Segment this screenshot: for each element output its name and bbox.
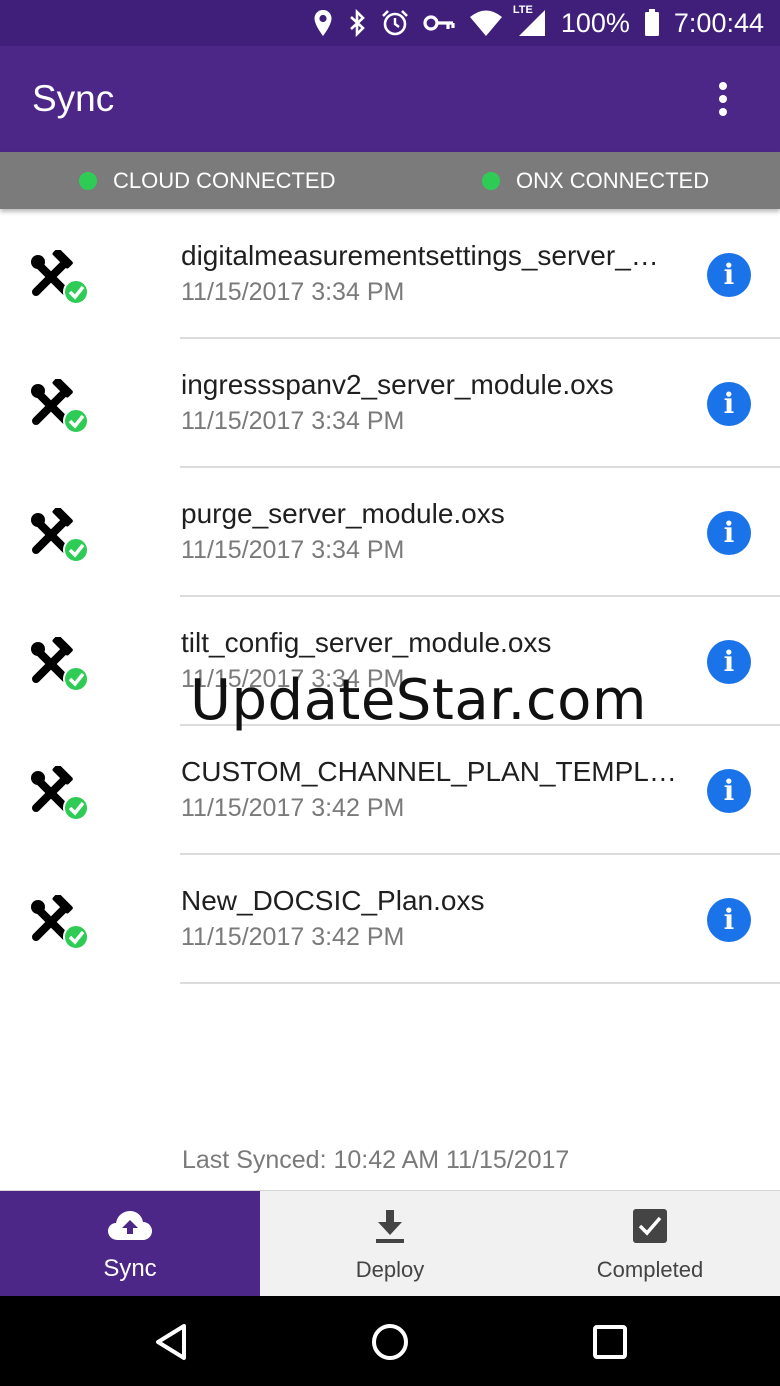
tab-deploy[interactable]: Deploy xyxy=(260,1191,520,1296)
onx-connection-status: ONX CONNECTED xyxy=(482,152,709,209)
cloud-connection-status: CLOUD CONNECTED xyxy=(79,152,335,209)
battery-percent: 100% xyxy=(560,7,630,38)
cloud-status-label: CLOUD CONNECTED xyxy=(113,167,336,193)
last-synced-label: Last Synced: 10:42 AM 11/15/2017 xyxy=(182,1146,570,1174)
tab-completed-label: Completed xyxy=(596,1257,704,1282)
tools-icon xyxy=(30,377,92,437)
file-list-item[interactable]: CUSTOM_CHANNEL_PLAN_TEMPL… 11/15/2017 3:… xyxy=(0,726,780,855)
recents-icon[interactable] xyxy=(586,1318,634,1366)
file-list-item[interactable]: purge_server_module.oxs 11/15/2017 3:34 … xyxy=(0,468,780,597)
file-date: 11/15/2017 3:42 PM xyxy=(181,923,405,951)
tools-icon xyxy=(30,506,92,566)
battery-icon xyxy=(644,9,660,37)
tab-sync-label: Sync xyxy=(103,1255,157,1282)
wifi-icon xyxy=(469,9,503,37)
system-navigation-bar xyxy=(0,1296,780,1386)
vpn-key-icon xyxy=(423,13,455,33)
file-name: New_DOCSIC_Plan.oxs xyxy=(181,885,485,916)
tools-icon xyxy=(30,248,92,308)
info-icon[interactable]: i xyxy=(707,640,751,684)
file-date: 11/15/2017 3:34 PM xyxy=(181,536,405,564)
tab-deploy-label: Deploy xyxy=(355,1257,425,1282)
status-bar: LTE 100% 7:00:44 xyxy=(0,0,780,46)
bottom-navigation: Sync Deploy Completed xyxy=(0,1190,780,1296)
info-icon[interactable]: i xyxy=(707,511,751,555)
file-list: digitalmeasurementsettings_server_… 11/1… xyxy=(0,210,780,984)
bluetooth-icon xyxy=(347,9,367,37)
file-list-item[interactable]: digitalmeasurementsettings_server_… 11/1… xyxy=(0,210,780,339)
onx-status-dot xyxy=(482,171,500,190)
file-list-item[interactable]: ingressspanv2_server_module.oxs 11/15/20… xyxy=(0,339,780,468)
alarm-icon xyxy=(381,9,409,37)
checkbox-icon xyxy=(632,1207,668,1245)
file-name: tilt_config_server_module.oxs xyxy=(181,627,552,658)
network-type-label: LTE xyxy=(512,4,533,16)
tools-icon xyxy=(30,764,92,824)
tab-completed[interactable]: Completed xyxy=(520,1191,780,1296)
connection-status-bar: CLOUD CONNECTED ONX CONNECTED xyxy=(0,152,780,209)
tab-sync[interactable]: Sync xyxy=(0,1191,260,1296)
file-name: digitalmeasurementsettings_server_… xyxy=(181,240,659,271)
clock: 7:00:44 xyxy=(673,7,764,38)
home-icon[interactable] xyxy=(366,1318,414,1366)
file-list-item[interactable]: New_DOCSIC_Plan.oxs 11/15/2017 3:42 PM i xyxy=(0,855,780,984)
cloud-status-dot xyxy=(79,171,97,190)
info-icon[interactable]: i xyxy=(707,769,751,813)
app-bar: Sync xyxy=(0,46,780,152)
watermark: UpdateStar.com xyxy=(190,668,647,733)
info-icon[interactable]: i xyxy=(707,898,751,942)
tools-icon xyxy=(30,635,92,695)
download-icon xyxy=(374,1207,406,1245)
back-icon[interactable] xyxy=(148,1318,196,1366)
file-name: purge_server_module.oxs xyxy=(181,498,505,529)
file-date: 11/15/2017 3:42 PM xyxy=(181,794,405,822)
page-title: Sync xyxy=(32,78,115,119)
signal-icon: LTE xyxy=(513,4,547,38)
file-date: 11/15/2017 3:34 PM xyxy=(181,278,405,306)
info-icon[interactable]: i xyxy=(707,382,751,426)
more-vert-icon[interactable] xyxy=(716,82,730,116)
tools-icon xyxy=(30,893,92,953)
divider xyxy=(180,982,780,984)
info-icon[interactable]: i xyxy=(707,253,751,297)
location-icon xyxy=(313,9,333,37)
onx-status-label: ONX CONNECTED xyxy=(516,167,710,193)
file-name: CUSTOM_CHANNEL_PLAN_TEMPL… xyxy=(181,756,677,787)
file-date: 11/15/2017 3:34 PM xyxy=(181,407,405,435)
file-name: ingressspanv2_server_module.oxs xyxy=(181,369,614,400)
cloud-upload-icon xyxy=(107,1207,153,1245)
